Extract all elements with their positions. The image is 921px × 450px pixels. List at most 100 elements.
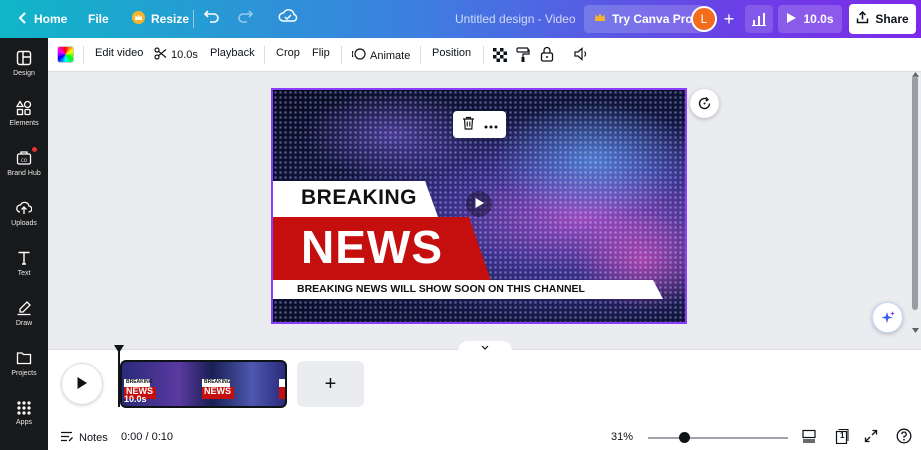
video-play-button[interactable] — [466, 191, 492, 217]
resize-label: Resize — [151, 12, 190, 26]
edit-video-button[interactable]: Edit video — [95, 47, 143, 59]
context-toolbar: Edit video 10.0s Playback Crop Flip Anim… — [48, 38, 921, 72]
resize-button[interactable]: Resize — [124, 4, 197, 34]
crown-icon — [132, 11, 145, 27]
lock-icon[interactable] — [540, 46, 554, 62]
volume-icon[interactable] — [574, 47, 590, 61]
cloud-saved-icon[interactable] — [278, 8, 298, 27]
scissors-icon — [154, 47, 167, 63]
sidebar-item-label: Design — [13, 69, 35, 77]
more-options-icon[interactable] — [484, 118, 498, 132]
add-page-button[interactable]: + — [297, 361, 364, 407]
share-icon — [856, 10, 869, 27]
zoom-slider[interactable] — [648, 437, 788, 439]
sidebar-item-brand-hub[interactable]: CO Brand Hub — [0, 138, 48, 188]
play-icon — [786, 12, 797, 27]
position-button[interactable]: Position — [432, 47, 471, 59]
headline-breaking: BREAKING — [301, 186, 418, 209]
sidebar: Design Elements CO Brand Hub Uploads Tex… — [0, 38, 48, 450]
animate-button[interactable]: Animate — [351, 47, 411, 64]
trim-button[interactable]: 10.0s — [154, 47, 198, 63]
notes-button[interactable]: Notes — [60, 431, 108, 445]
text-icon — [16, 250, 32, 266]
page-count: 1 — [840, 431, 845, 440]
trim-duration: 10.0s — [171, 49, 198, 61]
zoom-percentage[interactable]: 31% — [611, 431, 633, 443]
chevron-down-icon — [481, 339, 489, 353]
scrollbar-thumb[interactable] — [912, 76, 918, 310]
playhead[interactable] — [118, 345, 120, 407]
clip-duration-label: 10.0s — [124, 394, 147, 404]
svg-text:CO: CO — [21, 158, 27, 163]
notes-icon — [60, 431, 73, 445]
home-button[interactable]: Home — [10, 4, 75, 34]
sidebar-item-uploads[interactable]: Uploads — [0, 188, 48, 238]
shapes-icon — [16, 99, 32, 116]
magic-assistant-icon[interactable] — [872, 302, 903, 333]
sidebar-item-label: Uploads — [11, 219, 37, 227]
chevron-left-icon — [18, 11, 28, 27]
add-collaborator-icon[interactable]: + — [718, 7, 740, 31]
preview-duration: 10.0s — [803, 12, 834, 26]
try-pro-button[interactable]: Try Canva Pro — [584, 5, 703, 33]
timeline-view-icon[interactable] — [802, 429, 816, 446]
folder-icon — [16, 350, 32, 366]
sidebar-item-label: Text — [17, 269, 31, 277]
toolbar-divider — [420, 46, 421, 64]
clip-thumb-banner — [279, 387, 285, 399]
toolbar-divider — [264, 46, 265, 64]
toolbar-divider — [341, 46, 342, 64]
crown-icon — [594, 12, 606, 26]
rotate-refresh-icon[interactable] — [690, 89, 719, 118]
preview-play-button[interactable]: 10.0s — [778, 5, 842, 33]
page-count-button[interactable]: 1 — [835, 428, 849, 447]
clip-thumb-breaking: BREAKING — [126, 379, 153, 385]
trash-icon[interactable] — [462, 116, 475, 133]
subline-text: BREAKING NEWS WILL SHOW SOON ON THIS CHA… — [297, 283, 585, 295]
help-icon[interactable] — [896, 428, 912, 447]
clip-thumb-banner — [279, 379, 285, 387]
toolbar-divider — [483, 46, 484, 64]
sidebar-item-label: Projects — [11, 369, 37, 377]
color-swatch[interactable] — [57, 46, 74, 63]
clip-thumb-news: NEWS — [204, 386, 231, 396]
scroll-down-icon[interactable] — [912, 328, 919, 333]
position-label: Position — [432, 47, 472, 59]
avatar[interactable]: L — [691, 6, 717, 32]
try-pro-label: Try Canva Pro — [612, 12, 693, 26]
collapse-timeline-button[interactable] — [458, 341, 512, 351]
sidebar-item-elements[interactable]: Elements — [0, 88, 48, 138]
transparency-icon[interactable] — [493, 48, 507, 62]
playback-button[interactable]: Playback — [210, 47, 255, 59]
crop-button[interactable]: Crop — [276, 47, 300, 59]
topbar-divider — [193, 10, 194, 28]
share-button[interactable]: Share — [849, 4, 916, 34]
paint-roller-icon[interactable] — [516, 47, 530, 63]
fullscreen-icon[interactable] — [864, 429, 878, 446]
sidebar-item-label: Elements — [9, 119, 39, 127]
play-icon — [76, 376, 88, 393]
redo-icon[interactable] — [236, 8, 254, 27]
file-label: File — [88, 12, 109, 26]
sidebar-item-apps[interactable]: Apps — [0, 388, 48, 438]
timeline-play-button[interactable] — [61, 363, 103, 405]
file-menu-button[interactable]: File — [80, 4, 117, 34]
animate-icon — [351, 47, 366, 64]
insights-icon[interactable] — [745, 5, 773, 33]
toolbar-divider — [83, 46, 84, 64]
flip-label: Flip — [312, 47, 330, 59]
timecode: 0:00 / 0:10 — [121, 431, 173, 443]
sidebar-item-design[interactable]: Design — [0, 38, 48, 88]
flip-button[interactable]: Flip — [312, 47, 330, 59]
sidebar-item-label: Apps — [16, 418, 32, 426]
animate-label: Animate — [370, 49, 411, 62]
undo-icon[interactable] — [203, 8, 221, 27]
sidebar-item-label: Brand Hub — [7, 169, 41, 177]
sidebar-item-label: Draw — [15, 319, 33, 327]
sidebar-item-projects[interactable]: Projects — [0, 338, 48, 388]
design-title[interactable]: Untitled design - Video — [455, 12, 576, 26]
share-label: Share — [875, 12, 909, 26]
brand-icon: CO — [16, 150, 32, 166]
sidebar-item-text[interactable]: Text — [0, 238, 48, 288]
sidebar-item-draw[interactable]: Draw — [0, 288, 48, 338]
